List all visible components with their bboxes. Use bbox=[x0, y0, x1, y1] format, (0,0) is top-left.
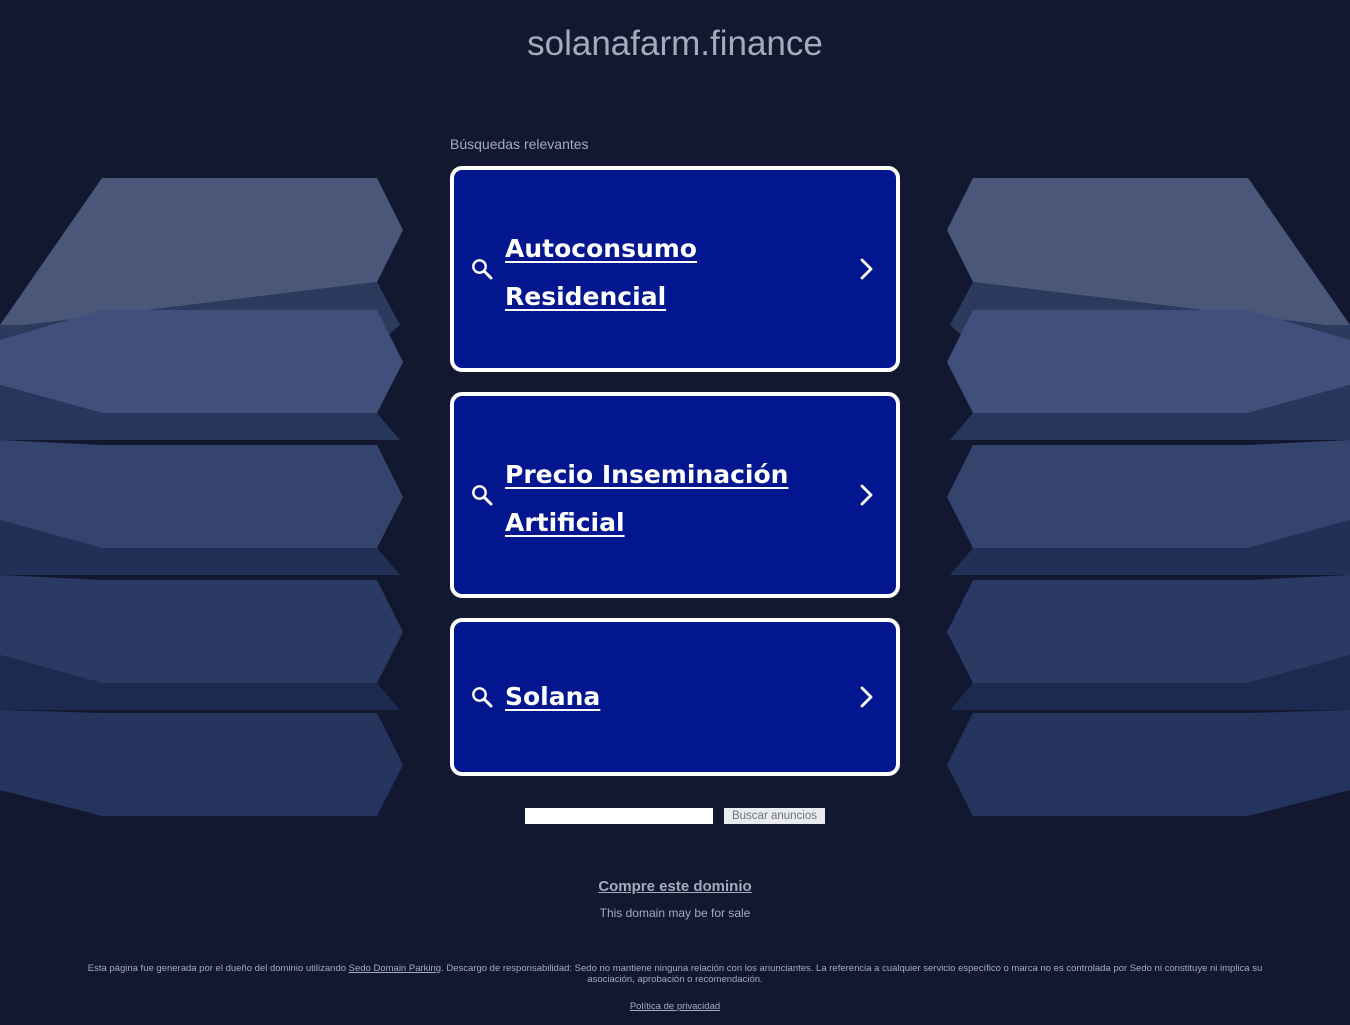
result-link[interactable]: Autoconsumo Residencial bbox=[505, 225, 835, 321]
buy-domain-container: Compre este dominio bbox=[0, 878, 1350, 896]
search-icon bbox=[472, 259, 493, 280]
result-card-autoconsumo-residencial[interactable]: Autoconsumo Residencial bbox=[450, 166, 900, 372]
result-card-solana[interactable]: Solana bbox=[450, 618, 900, 776]
result-link[interactable]: Solana bbox=[505, 673, 835, 721]
privacy-container: Política de privacidad bbox=[0, 1001, 1350, 1012]
sedo-domain-parking-link[interactable]: Sedo Domain Parking bbox=[349, 963, 441, 974]
for-sale-text: This domain may be for sale bbox=[599, 906, 751, 920]
privacy-policy-link[interactable]: Política de privacidad bbox=[630, 1001, 720, 1012]
chevron-right-icon bbox=[860, 484, 873, 506]
result-card-precio-inseminacion-artificial[interactable]: Precio Inseminación Artificial bbox=[450, 392, 900, 598]
chevron-right-icon bbox=[860, 686, 873, 708]
chevron-right-icon bbox=[860, 258, 873, 280]
search-input[interactable] bbox=[525, 808, 713, 824]
result-link[interactable]: Precio Inseminación Artificial bbox=[505, 451, 835, 547]
disclaimer-text-end: . Descargo de responsabilidad: Sedo no m… bbox=[441, 963, 1263, 985]
related-searches-label: Búsquedas relevantes bbox=[450, 136, 589, 152]
disclaimer: Esta página fue generada por el dueño de… bbox=[75, 963, 1275, 985]
search-icon bbox=[472, 687, 493, 708]
right-chevron-bands bbox=[947, 178, 1350, 816]
search-ads-button[interactable]: Buscar anuncios bbox=[724, 808, 825, 824]
disclaimer-text-start: Esta página fue generada por el dueño de… bbox=[87, 963, 349, 974]
search-icon bbox=[472, 485, 493, 506]
domain-title: solanafarm.finance bbox=[527, 24, 823, 63]
left-chevron-bands bbox=[0, 178, 403, 816]
buy-domain-link[interactable]: Compre este dominio bbox=[598, 878, 751, 895]
